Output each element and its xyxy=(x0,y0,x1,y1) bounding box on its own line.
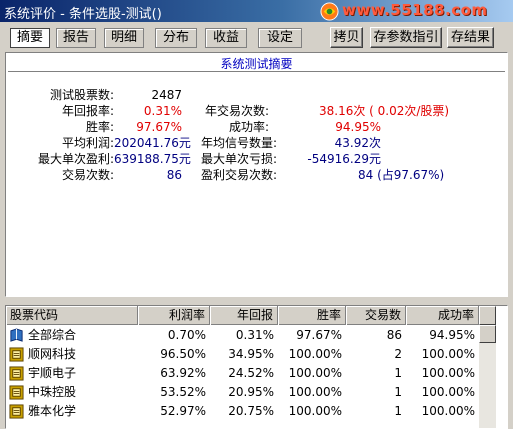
cell-success: 94.95% xyxy=(429,328,475,342)
cell-winrate: 100.00% xyxy=(288,385,342,399)
column-header-success[interactable]: 成功率 xyxy=(406,306,479,325)
cell-trades: 2 xyxy=(394,347,402,361)
stat-value: 639188.75元 xyxy=(114,152,191,166)
summary-divider xyxy=(8,71,505,72)
table-header: 股票代码 利润率 年回报 胜率 交易数 成功率 xyxy=(6,306,479,325)
cell-profit: 63.92% xyxy=(160,366,206,380)
stat-label: 平均利润: xyxy=(61,136,114,150)
watermark-logo: www.55188.com xyxy=(318,1,513,22)
stat-label: 测试股票数: xyxy=(49,88,114,102)
cell-trades: 1 xyxy=(394,404,402,418)
tab-detail[interactable]: 明细 xyxy=(104,28,144,48)
stat-value: -54916.29元 xyxy=(307,152,381,166)
cell-profit: 52.97% xyxy=(160,404,206,418)
cell-annual: 34.95% xyxy=(228,347,274,361)
copy-button[interactable]: 拷贝 xyxy=(330,27,363,48)
stat-label: 最大单次盈利: xyxy=(37,152,114,166)
cell-profit: 0.70% xyxy=(167,328,206,342)
stat-value: 202041.76元 xyxy=(114,136,191,150)
cell-winrate: 100.00% xyxy=(288,347,342,361)
stat-value: 0.31% xyxy=(143,104,182,118)
watermark-text: www.55188.com xyxy=(342,1,488,19)
cell-success: 100.00% xyxy=(421,347,475,361)
stat-value: 84 (占97.67%) xyxy=(358,168,445,182)
window-title: 系统评价 - 条件选股-测试() xyxy=(4,7,162,22)
stat-row: 成功率: 94.95% xyxy=(201,119,501,135)
stat-value: 94.95% xyxy=(335,120,381,134)
cell-name: 全部综合 xyxy=(28,328,77,342)
table-row[interactable]: 中珠控股 53.52% 20.95% 100.00% 1 100.00% xyxy=(6,383,479,402)
cell-annual: 20.75% xyxy=(228,404,274,418)
cell-success: 100.00% xyxy=(421,385,475,399)
title-bar: 系统评价 - 条件选股-测试() www.55188.com xyxy=(0,0,513,22)
cell-annual: 0.31% xyxy=(235,328,274,342)
cell-annual: 20.95% xyxy=(228,385,274,399)
stock-icon xyxy=(9,366,24,381)
cell-name: 雅本化学 xyxy=(28,404,77,418)
cell-name: 中珠控股 xyxy=(28,385,77,399)
stock-icon xyxy=(9,347,24,362)
column-header-trades[interactable]: 交易数 xyxy=(346,306,406,325)
cell-success: 100.00% xyxy=(421,366,475,380)
stat-value: 38.16次 ( 0.02次/股票) xyxy=(319,104,450,118)
globe-icon xyxy=(320,2,339,21)
column-header-code[interactable]: 股票代码 xyxy=(6,306,138,325)
stat-row: 最大单次亏损: -54916.29元 xyxy=(201,151,501,167)
tab-distribution[interactable]: 分布 xyxy=(155,28,197,48)
stat-label: 成功率: xyxy=(228,120,269,134)
stat-label: 年交易次数: xyxy=(204,104,269,118)
stock-icon xyxy=(9,385,24,400)
stat-value: 43.92次 xyxy=(334,136,381,150)
table-row[interactable]: 雅本化学 52.97% 20.75% 100.00% 1 100.00% xyxy=(6,402,479,421)
stat-row: 盈利交易次数: 84 (占97.67%) xyxy=(201,167,501,183)
stat-label: 最大单次亏损: xyxy=(201,152,278,166)
table-row[interactable]: 全部综合 0.70% 0.31% 97.67% 86 94.95% xyxy=(6,326,479,345)
cell-trades: 86 xyxy=(386,328,402,342)
cell-name: 顺网科技 xyxy=(28,347,77,361)
stat-row: 年均信号数量: 43.92次 xyxy=(201,135,501,151)
tab-summary[interactable]: 摘要 xyxy=(10,28,50,48)
results-table: 股票代码 利润率 年回报 胜率 交易数 成功率 全部综合 0.70% 0.31%… xyxy=(5,305,508,429)
tab-profit[interactable]: 收益 xyxy=(205,28,247,48)
summary-title: 系统测试摘要 xyxy=(220,57,293,71)
stat-label: 盈利交易次数: xyxy=(201,168,278,182)
stat-label: 年回报率: xyxy=(61,104,114,118)
scroll-up-button[interactable] xyxy=(479,306,496,325)
cell-profit: 96.50% xyxy=(160,347,206,361)
vertical-scrollbar[interactable] xyxy=(479,306,496,428)
book-icon xyxy=(10,328,23,342)
save-results-button[interactable]: 存结果 xyxy=(447,27,494,48)
cell-trades: 1 xyxy=(394,366,402,380)
cell-winrate: 100.00% xyxy=(288,366,342,380)
column-header-winrate[interactable]: 胜率 xyxy=(278,306,346,325)
stat-row: 年交易次数: 38.16次 ( 0.02次/股票) xyxy=(201,103,501,119)
table-row[interactable]: 顺网科技 96.50% 34.95% 100.00% 2 100.00% xyxy=(6,345,479,364)
cell-name: 宇顺电子 xyxy=(28,366,77,380)
stat-label: 年均信号数量: xyxy=(201,136,278,150)
cell-winrate: 97.67% xyxy=(296,328,342,342)
column-header-annual[interactable]: 年回报 xyxy=(210,306,278,325)
cell-trades: 1 xyxy=(394,385,402,399)
cell-winrate: 100.00% xyxy=(288,404,342,418)
stat-value: 2487 xyxy=(151,88,182,102)
save-params-button[interactable]: 存参数指引 xyxy=(370,27,442,48)
tab-report[interactable]: 报告 xyxy=(56,28,96,48)
column-header-profit[interactable]: 利润率 xyxy=(138,306,210,325)
stat-value: 97.67% xyxy=(136,120,182,134)
scroll-thumb[interactable] xyxy=(479,325,496,343)
summary-panel: 系统测试摘要 测试股票数: 2487 年回报率: 0.31% 胜率: 97.67… xyxy=(5,52,508,297)
table-row[interactable]: 宇顺电子 63.92% 24.52% 100.00% 1 100.00% xyxy=(6,364,479,383)
panel-splitter[interactable] xyxy=(0,297,513,305)
cell-profit: 53.52% xyxy=(160,385,206,399)
cell-annual: 24.52% xyxy=(228,366,274,380)
cell-success: 100.00% xyxy=(421,404,475,418)
tab-settings[interactable]: 设定 xyxy=(258,28,302,48)
toolbar: 摘要 报告 明细 分布 收益 设定 拷贝 存参数指引 存结果 xyxy=(0,22,513,52)
stat-row: 测试股票数: 2487 xyxy=(6,87,256,103)
stat-label: 胜率: xyxy=(85,120,114,134)
stat-label: 交易次数: xyxy=(61,168,114,182)
stock-icon xyxy=(9,404,24,419)
stat-value: 86 xyxy=(166,168,182,182)
